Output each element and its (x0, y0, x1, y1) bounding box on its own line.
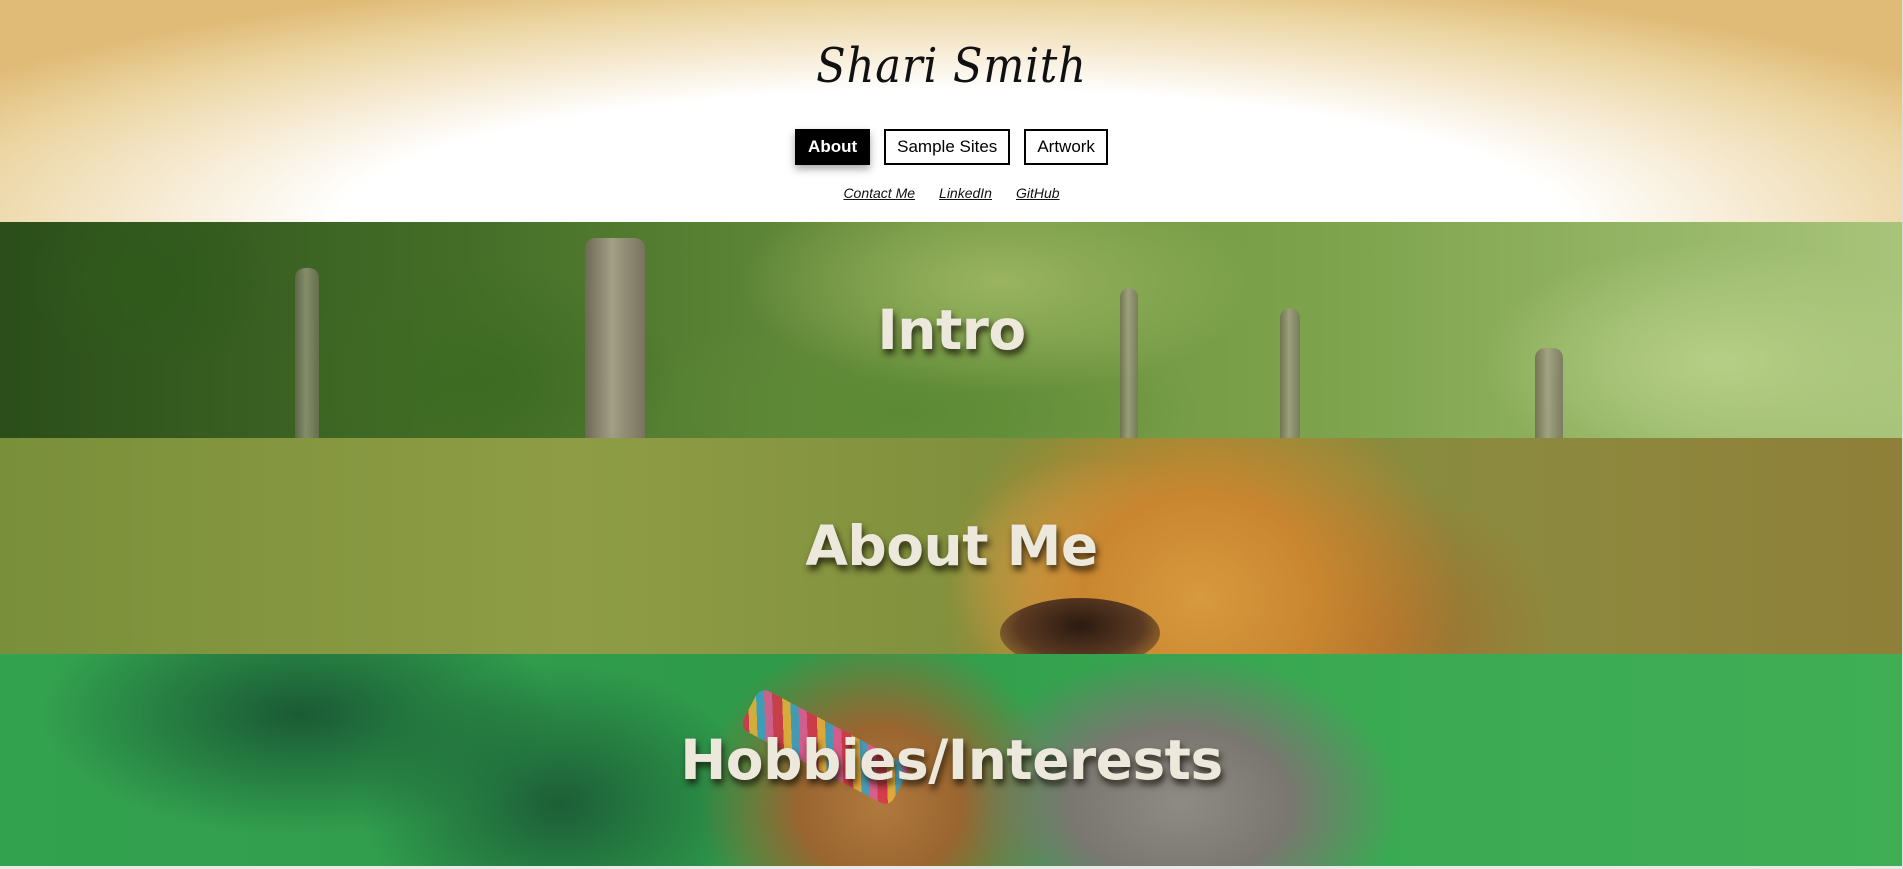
site-title: Shari Smith (816, 38, 1087, 94)
lion-image (1000, 598, 1160, 654)
contact-me-link[interactable]: Contact Me (843, 185, 915, 201)
hobbies-banner[interactable]: Hobbies/Interests (0, 654, 1903, 866)
secondary-links: Contact Me LinkedIn GitHub (0, 185, 1903, 201)
github-link[interactable]: GitHub (1016, 185, 1060, 201)
nav-sample-sites-button[interactable]: Sample Sites (884, 129, 1011, 165)
about-me-heading: About Me (805, 514, 1098, 578)
intro-banner[interactable]: Intro (0, 222, 1903, 438)
site-header: Shari Smith About Sample Sites Artwork C… (0, 0, 1903, 222)
nav-artwork-button[interactable]: Artwork (1024, 129, 1108, 165)
about-me-banner[interactable]: About Me (0, 438, 1903, 654)
linkedin-link[interactable]: LinkedIn (939, 185, 992, 201)
main-nav: About Sample Sites Artwork (0, 129, 1903, 165)
intro-heading: Intro (877, 298, 1026, 362)
nav-about-button[interactable]: About (795, 129, 871, 165)
hobbies-heading: Hobbies/Interests (680, 728, 1223, 792)
